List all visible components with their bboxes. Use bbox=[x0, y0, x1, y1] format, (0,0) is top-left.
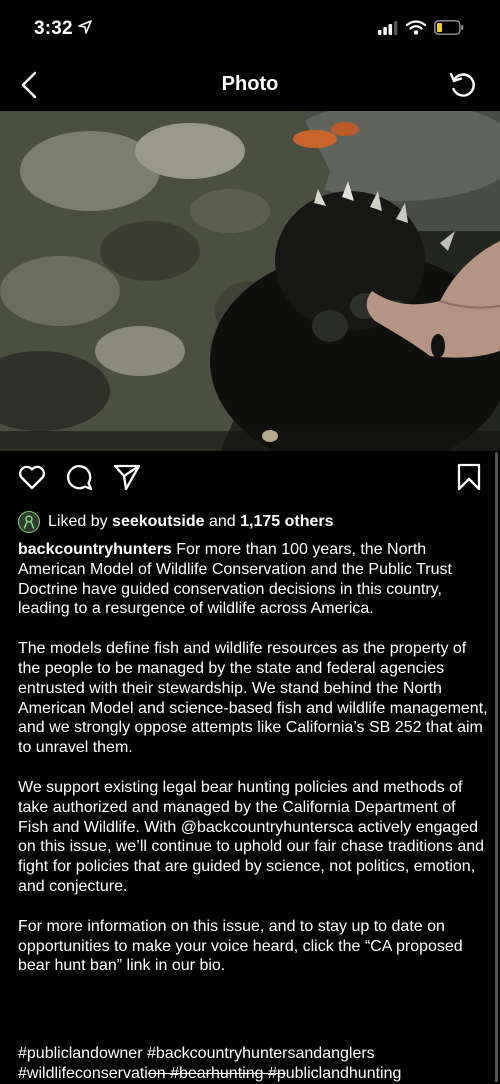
post-caption: backcountryhunters For more than 100 yea… bbox=[18, 540, 488, 996]
likes-count[interactable]: 1,175 others bbox=[240, 513, 333, 531]
likes-middle: and bbox=[204, 513, 241, 530]
caption-paragraph: We support existing legal bear hunting p… bbox=[18, 778, 485, 895]
likes-summary[interactable]: Liked by seekoutside and 1,175 others bbox=[18, 510, 334, 534]
battery-icon bbox=[434, 20, 464, 35]
comment-icon[interactable] bbox=[64, 462, 94, 492]
status-time: 3:32 bbox=[34, 18, 73, 39]
hashtag-fragment: ubliclandhunting bbox=[285, 1065, 402, 1082]
post-photo[interactable] bbox=[0, 111, 500, 451]
caption-username[interactable]: backcountryhunters bbox=[18, 541, 172, 558]
hashtags: #publiclandowner #backcountryhuntersanda… bbox=[18, 1044, 488, 1084]
hashtag-line[interactable]: #publiclandowner #backcountryhuntersanda… bbox=[18, 1044, 488, 1064]
send-icon[interactable] bbox=[112, 462, 142, 492]
bookmark-icon[interactable] bbox=[454, 462, 484, 492]
photo-illustration bbox=[0, 111, 500, 451]
status-bar: 3:32 bbox=[0, 0, 500, 60]
hashtag-fragment: #wildlifeconservati bbox=[18, 1065, 148, 1082]
page-title: Photo bbox=[221, 73, 279, 95]
ribbon-icon bbox=[23, 515, 35, 529]
heart-icon[interactable] bbox=[17, 462, 47, 492]
caption-paragraph: The models define fish and wildlife reso… bbox=[18, 640, 488, 757]
likes-prefix: Liked by bbox=[48, 513, 113, 530]
location-arrow-icon bbox=[78, 20, 92, 34]
post-actions bbox=[0, 462, 500, 498]
cellular-signal-icon bbox=[378, 20, 398, 35]
scrollbar[interactable] bbox=[495, 452, 498, 1082]
refresh-icon[interactable] bbox=[448, 70, 478, 100]
liked-by-user[interactable]: seekoutside bbox=[112, 513, 204, 531]
avatar bbox=[18, 511, 40, 533]
hashtag-fragment-struck: on #bearhunting #p bbox=[147, 1065, 286, 1082]
nav-bar: Photo bbox=[0, 60, 500, 110]
caption-paragraph: For more information on this issue, and … bbox=[18, 917, 463, 975]
status-indicators bbox=[378, 20, 464, 35]
wifi-icon bbox=[406, 20, 426, 35]
hashtag-line[interactable]: #wildlifeconservation #bearhunting #publ… bbox=[18, 1064, 488, 1084]
caption-paragraph: backcountryhunters For more than 100 yea… bbox=[18, 540, 488, 619]
